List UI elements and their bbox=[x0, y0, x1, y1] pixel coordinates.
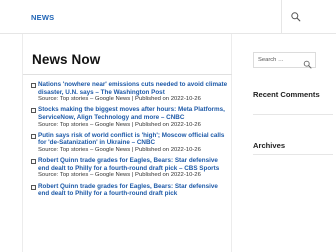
news-meta: Source: Top stories – Google News | Publ… bbox=[38, 146, 201, 153]
news-headline-link[interactable]: Robert Quinn trade grades for Eagles, Be… bbox=[38, 157, 229, 172]
search-icon[interactable] bbox=[303, 56, 312, 69]
news-item: Putin says risk of world conflict is 'hi… bbox=[31, 132, 229, 154]
title-divider bbox=[23, 74, 232, 75]
news-item: Robert Quinn trade grades for Eagles, Be… bbox=[31, 183, 229, 198]
checkbox-bullet-icon bbox=[31, 83, 36, 88]
news-meta: Source: Top stories – Google News | Publ… bbox=[38, 172, 201, 179]
news-meta: Source: Top stories – Google News | Publ… bbox=[38, 96, 201, 103]
news-headline-link[interactable]: Robert Quinn trade grades for Eagles, Be… bbox=[38, 183, 229, 198]
widget-title-archives: Archives bbox=[253, 141, 286, 150]
checkbox-bullet-icon bbox=[31, 184, 36, 190]
checkbox-bullet-icon bbox=[31, 159, 36, 165]
news-item: Nations 'nowhere near' emissions cuts ne… bbox=[31, 81, 229, 103]
widget-divider bbox=[253, 154, 333, 155]
page-title: News Now bbox=[32, 52, 101, 67]
news-headline-link[interactable]: Nations 'nowhere near' emissions cuts ne… bbox=[38, 81, 229, 96]
search-icon[interactable] bbox=[289, 10, 303, 24]
news-headline-link[interactable]: Stocks making the biggest moves after ho… bbox=[38, 106, 229, 121]
sidebar: Search … Recent Comments Archives bbox=[245, 34, 336, 252]
search-placeholder: Search … bbox=[258, 57, 284, 63]
sidebar-search-input[interactable]: Search … bbox=[253, 52, 316, 69]
news-item: Robert Quinn trade grades for Eagles, Be… bbox=[31, 157, 229, 179]
site-brand-link[interactable]: NEWS bbox=[31, 13, 54, 22]
news-meta: Source: Top stories – Google News | Publ… bbox=[38, 121, 201, 128]
main-content: News Now Nations 'nowhere near' emission… bbox=[22, 34, 232, 252]
news-item: Stocks making the biggest moves after ho… bbox=[31, 106, 229, 128]
checkbox-bullet-icon bbox=[31, 133, 36, 139]
checkbox-bullet-icon bbox=[31, 108, 36, 114]
header-divider bbox=[281, 0, 282, 34]
site-header: NEWS bbox=[0, 0, 336, 34]
news-list: Nations 'nowhere near' emissions cuts ne… bbox=[31, 81, 229, 201]
widget-title-recent-comments: Recent Comments bbox=[253, 90, 320, 99]
news-headline-link[interactable]: Putin says risk of world conflict is 'hi… bbox=[38, 132, 229, 147]
widget-divider bbox=[253, 114, 333, 115]
